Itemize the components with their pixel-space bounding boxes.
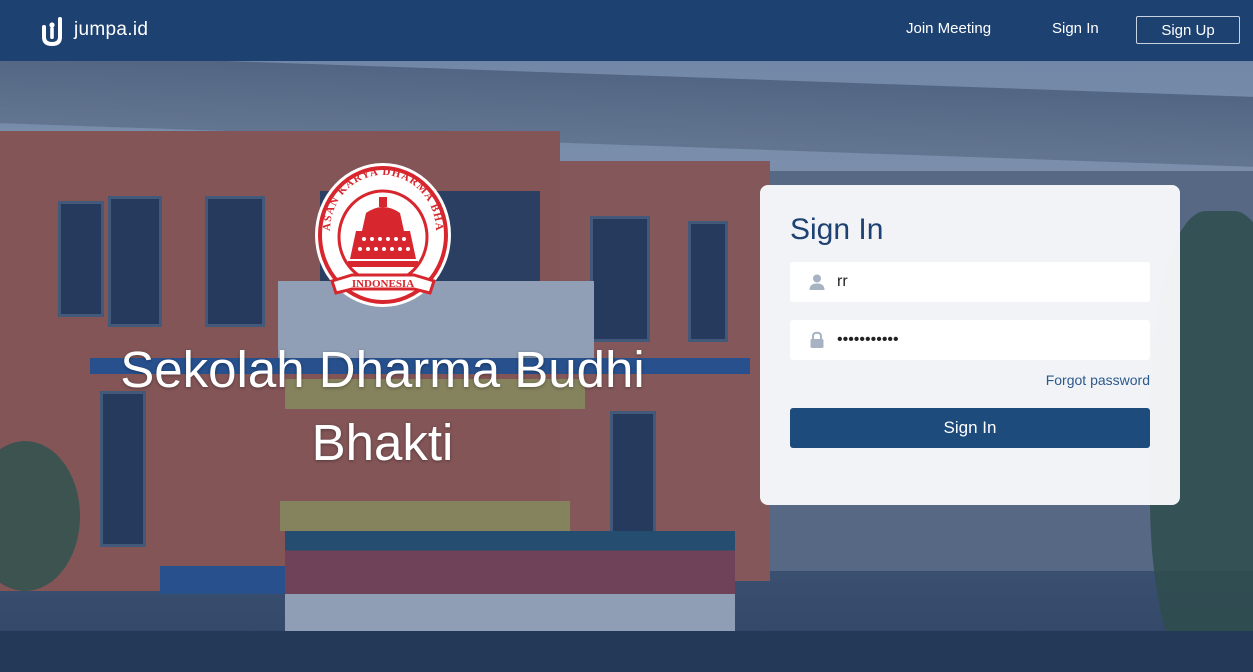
password-field[interactable]: [790, 320, 1150, 360]
join-meeting-link[interactable]: Join Meeting: [906, 20, 991, 37]
sign-up-button[interactable]: Sign Up: [1136, 16, 1240, 44]
school-crest-logo: YAYASAN KARYA DHARMA BHAKTI INDONESIA: [312, 157, 451, 307]
brand-name: jumpa.id: [74, 19, 149, 40]
brand-logo[interactable]: jumpa.id: [40, 13, 148, 47]
crest-ribbon-text: INDONESIA: [352, 278, 414, 290]
password-input[interactable]: [835, 330, 1139, 350]
lock-icon: [810, 331, 824, 348]
sign-in-title: Sign In: [790, 213, 884, 246]
username-field[interactable]: [790, 262, 1150, 302]
sign-in-button[interactable]: Sign In: [790, 408, 1150, 448]
top-navbar: jumpa.id Join Meeting Sign In Sign Up: [0, 0, 1253, 61]
forgot-password-link[interactable]: Forgot password: [1046, 372, 1150, 388]
sign-in-card: Sign In Forgot password Sign In: [760, 185, 1180, 505]
school-name-heading: Sekolah Dharma Budhi Bhakti: [120, 341, 645, 471]
jumpa-logo-icon: [42, 17, 62, 47]
user-icon: [809, 274, 825, 290]
sign-in-link[interactable]: Sign In: [1052, 20, 1099, 37]
username-input[interactable]: [835, 272, 1139, 292]
